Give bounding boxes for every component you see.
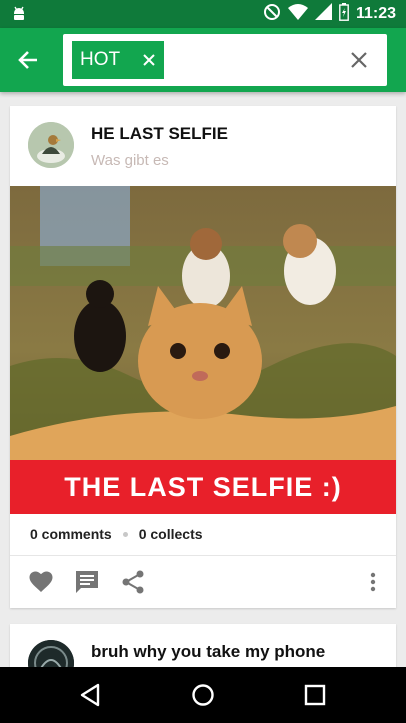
status-time: 11:23 xyxy=(355,5,396,22)
wifi-icon xyxy=(287,3,308,26)
signal-icon xyxy=(314,3,332,25)
post-actions xyxy=(10,556,396,608)
filter-chip-label: HOT xyxy=(80,49,121,70)
chip-close-icon[interactable] xyxy=(142,53,156,67)
post-image[interactable]: THE LAST SELFIE :) xyxy=(10,186,396,514)
post-stats: 0 comments 0 collects xyxy=(30,526,203,542)
system-navigation-bar xyxy=(0,667,406,723)
image-caption-band: THE LAST SELFIE :) xyxy=(10,460,396,514)
android-icon xyxy=(10,5,28,23)
post-title: HE LAST SELFIE xyxy=(91,124,228,143)
search-filter-field[interactable]: HOT xyxy=(63,34,387,86)
more-vert-icon[interactable] xyxy=(360,570,386,594)
clear-icon[interactable] xyxy=(347,48,371,72)
collects-count[interactable]: 0 collects xyxy=(139,526,203,542)
filter-chip-hot[interactable]: HOT xyxy=(72,41,164,79)
post-card[interactable]: HE LAST SELFIE Was gibt es THE LAST SELF… xyxy=(10,106,396,608)
post-title: bruh why you take my phone xyxy=(91,642,326,661)
heart-icon[interactable] xyxy=(28,570,54,594)
nav-recents-icon[interactable] xyxy=(301,681,329,709)
share-icon[interactable] xyxy=(120,570,146,594)
back-arrow-icon[interactable] xyxy=(12,44,44,76)
nav-home-icon[interactable] xyxy=(189,681,217,709)
avatar[interactable] xyxy=(28,122,74,168)
comment-icon[interactable] xyxy=(74,570,100,594)
comments-count[interactable]: 0 comments xyxy=(30,526,112,542)
status-bar: 11:23 xyxy=(0,0,406,28)
nav-back-icon[interactable] xyxy=(76,681,104,709)
app-bar: HOT xyxy=(0,28,406,92)
separator-dot xyxy=(122,531,128,537)
post-subtitle: Was gibt es xyxy=(91,152,169,169)
battery-icon xyxy=(339,2,349,26)
image-caption: THE LAST SELFIE :) xyxy=(64,471,342,502)
do-not-disturb-icon xyxy=(263,3,281,26)
